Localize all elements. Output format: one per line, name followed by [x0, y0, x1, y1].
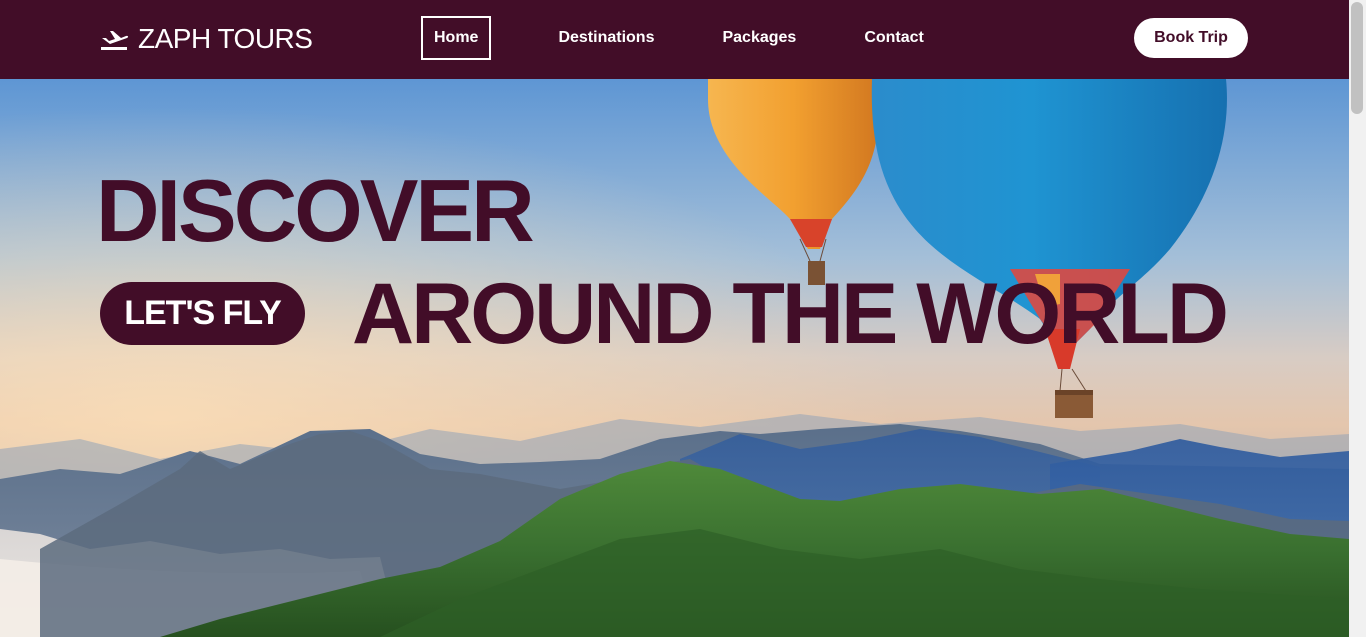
brand-name: ZAPH TOURS [138, 23, 313, 54]
scrollbar-thumb[interactable] [1351, 2, 1363, 114]
main-nav: Home Destinations Packages Contact [421, 16, 924, 60]
page-scrollbar[interactable] [1349, 0, 1366, 637]
lets-fly-badge: LET'S FLY [100, 282, 305, 345]
nav-destinations[interactable]: Destinations [558, 16, 654, 60]
plane-icon [101, 31, 129, 50]
hero-section: DISCOVER LET'S FLY AROUND THE WORLD [0, 79, 1349, 637]
book-trip-button[interactable]: Book Trip [1134, 18, 1248, 58]
nav-home[interactable]: Home [421, 16, 492, 60]
nav-packages[interactable]: Packages [722, 16, 796, 60]
hero-heading-line1: DISCOVER [96, 161, 535, 260]
top-navbar: ZAPH TOURS Home Destinations Packages Co… [0, 0, 1349, 79]
nav-contact[interactable]: Contact [864, 16, 924, 60]
hero-heading-line2: AROUND THE WORLD [352, 266, 1229, 362]
brand-logo[interactable]: ZAPH TOURS [100, 22, 313, 56]
